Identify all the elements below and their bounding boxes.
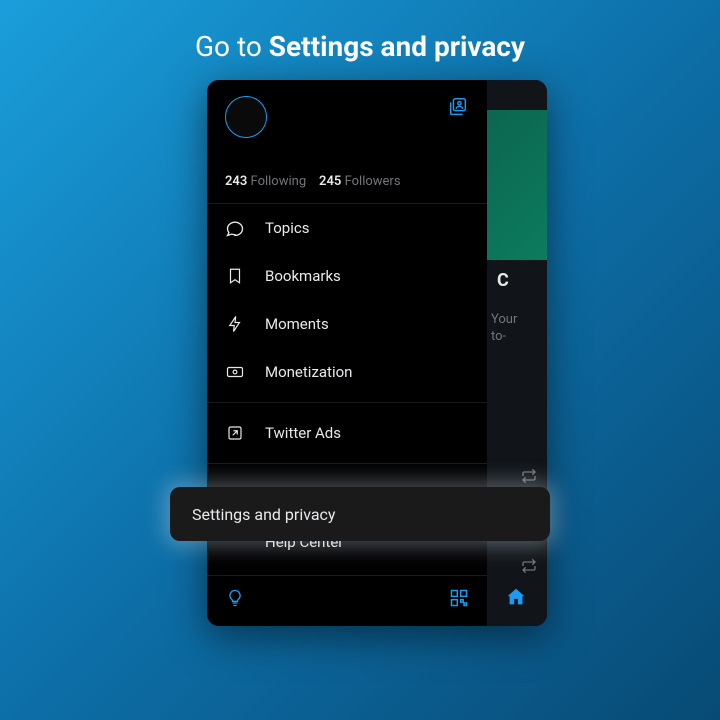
menu-item-twitter-ads[interactable]: Twitter Ads	[207, 409, 487, 457]
retweet-icon	[521, 558, 537, 578]
followers-label: Followers	[345, 174, 401, 189]
menu-divider	[207, 402, 487, 403]
drawer-footer	[207, 575, 487, 626]
accounts-icon[interactable]	[447, 96, 469, 122]
bulb-icon[interactable]	[225, 588, 245, 612]
lightning-icon	[225, 314, 245, 334]
bookmark-icon	[225, 266, 245, 286]
headline-prefix: Go to	[195, 30, 269, 63]
peek-title: C	[497, 270, 509, 291]
headline-bold: Settings and privacy	[269, 30, 525, 63]
menu-divider	[207, 463, 487, 464]
avatar[interactable]	[225, 96, 267, 138]
menu-item-bookmarks[interactable]: Bookmarks	[207, 252, 487, 300]
following-count: 243	[225, 174, 247, 189]
background-content: C Yourto-	[487, 80, 547, 626]
retweet-icon	[521, 468, 537, 488]
navigation-drawer: 243 Following 245 Followers Topics Bookm…	[207, 80, 487, 626]
external-link-icon	[225, 423, 245, 443]
peek-body: Yourto-	[491, 312, 517, 346]
follow-stats[interactable]: 243 Following 245 Followers	[207, 148, 487, 204]
menu-label: Bookmarks	[265, 267, 341, 285]
callout-label: Settings and privacy	[192, 505, 336, 524]
followers-count: 245	[319, 174, 341, 189]
following-label: Following	[251, 174, 307, 189]
menu-label: Topics	[265, 219, 309, 237]
menu-label: Twitter Ads	[265, 424, 341, 442]
phone-frame: 243 Following 245 Followers Topics Bookm…	[207, 80, 547, 626]
menu-item-topics[interactable]: Topics	[207, 204, 487, 252]
settings-privacy-callout[interactable]: Settings and privacy	[170, 487, 550, 541]
menu-item-monetization[interactable]: Monetization	[207, 348, 487, 396]
drawer-header	[207, 80, 487, 148]
menu-item-moments[interactable]: Moments	[207, 300, 487, 348]
menu-label: Monetization	[265, 363, 352, 381]
topics-icon	[225, 218, 245, 238]
home-icon[interactable]	[505, 586, 527, 612]
peek-banner	[487, 110, 547, 260]
menu-label: Moments	[265, 315, 329, 333]
money-icon	[225, 362, 245, 382]
qr-code-icon[interactable]	[449, 588, 469, 612]
instruction-headline: Go to Settings and privacy	[0, 0, 720, 63]
